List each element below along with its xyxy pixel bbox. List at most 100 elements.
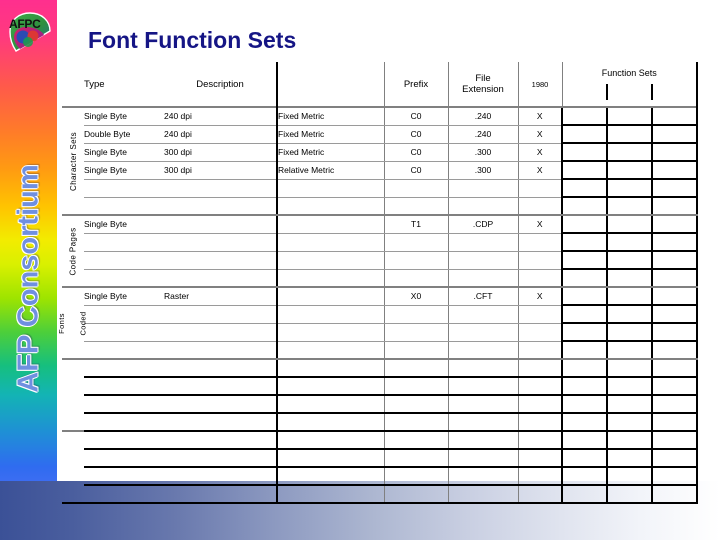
cell-function-set-3 bbox=[651, 376, 698, 396]
cell-type bbox=[84, 413, 164, 432]
cell-function-set-3 bbox=[651, 250, 698, 270]
cell-year-1980 bbox=[517, 377, 562, 396]
font-function-sets-table: Type Description Prefix File Extension 1980 Fu… bbox=[56, 62, 698, 504]
cell-file-extension bbox=[447, 467, 518, 486]
cell-function-set-2 bbox=[606, 358, 652, 378]
cell-type bbox=[84, 251, 164, 270]
cell-function-set-1 bbox=[561, 358, 607, 378]
cell-function-set-3 bbox=[651, 340, 698, 360]
section-label-code-pages: Code Pages bbox=[62, 214, 84, 287]
cell-metric bbox=[276, 251, 384, 270]
table-row bbox=[62, 340, 698, 360]
cell-prefix bbox=[383, 395, 448, 414]
cell-prefix bbox=[383, 358, 448, 378]
cell-metric bbox=[276, 286, 384, 306]
cell-prefix bbox=[383, 179, 448, 198]
cell-metric: Fixed Metric bbox=[276, 143, 384, 162]
cell-description: 240 dpi bbox=[164, 125, 277, 144]
cell-year-1980: X bbox=[517, 161, 562, 180]
cell-type bbox=[84, 430, 164, 450]
header-function-sets-group: Function Sets bbox=[561, 62, 698, 107]
cell-function-set-1 bbox=[561, 448, 607, 468]
cell-function-set-1 bbox=[561, 106, 607, 126]
cell-year-1980 bbox=[517, 413, 562, 432]
cell-year-1980 bbox=[517, 449, 562, 468]
header-year-1980: 1980 bbox=[517, 62, 562, 107]
cell-function-set-1 bbox=[561, 250, 607, 270]
cell-description bbox=[164, 251, 277, 270]
cell-function-set-1 bbox=[561, 322, 607, 342]
header-file-extension-line2: Extension bbox=[462, 84, 504, 95]
cell-function-set-2 bbox=[606, 430, 652, 450]
cell-description bbox=[164, 214, 277, 234]
sidebar: AFPC AFP Consortium bbox=[0, 0, 57, 481]
cell-prefix bbox=[383, 305, 448, 324]
header-function-sets-col-3 bbox=[650, 84, 696, 100]
cell-prefix: C0 bbox=[383, 161, 448, 180]
cell-year-1980 bbox=[517, 305, 562, 324]
cell-file-extension bbox=[447, 251, 518, 270]
cell-prefix: T1 bbox=[383, 214, 448, 234]
cell-function-set-3 bbox=[651, 160, 698, 180]
cell-function-set-3 bbox=[651, 358, 698, 378]
cell-prefix: X0 bbox=[383, 286, 448, 306]
cell-description bbox=[164, 377, 277, 396]
cell-type bbox=[84, 323, 164, 342]
cell-metric bbox=[276, 358, 384, 378]
section-label-text: Code Pages bbox=[68, 226, 78, 276]
cell-function-set-1 bbox=[561, 178, 607, 198]
cell-function-set-2 bbox=[606, 376, 652, 396]
cell-description: 300 dpi bbox=[164, 161, 277, 180]
cell-description: Raster bbox=[164, 286, 277, 306]
cell-year-1980: X bbox=[517, 143, 562, 162]
table-row bbox=[62, 466, 698, 486]
cell-description bbox=[164, 430, 277, 450]
section-label-character-sets: Character Sets bbox=[62, 106, 84, 215]
cell-type: Double Byte bbox=[84, 125, 164, 144]
cell-function-set-2 bbox=[606, 268, 652, 288]
cell-description bbox=[164, 449, 277, 468]
cell-function-set-1 bbox=[561, 412, 607, 432]
cell-description bbox=[164, 467, 277, 486]
cell-metric bbox=[276, 305, 384, 324]
cell-file-extension: .CFT bbox=[447, 286, 518, 306]
cell-file-extension: .240 bbox=[447, 125, 518, 144]
cell-metric: Relative Metric bbox=[276, 161, 384, 180]
cell-function-set-2 bbox=[606, 142, 652, 162]
cell-metric bbox=[276, 449, 384, 468]
cell-file-extension: .300 bbox=[447, 143, 518, 162]
cell-function-set-2 bbox=[606, 124, 652, 144]
page-title: Font Function Sets bbox=[88, 27, 297, 53]
cell-description bbox=[164, 395, 277, 414]
header-function-sets-label: Function Sets bbox=[601, 68, 657, 78]
cell-year-1980 bbox=[517, 323, 562, 342]
cell-description bbox=[164, 269, 277, 288]
cell-type: Single Byte bbox=[84, 161, 164, 180]
cell-description bbox=[164, 413, 277, 432]
table-row bbox=[62, 376, 698, 396]
cell-function-set-3 bbox=[651, 286, 698, 306]
cell-function-set-2 bbox=[606, 466, 652, 486]
cell-function-set-3 bbox=[651, 412, 698, 432]
cell-file-extension bbox=[447, 395, 518, 414]
table-row bbox=[62, 412, 698, 432]
cell-file-extension bbox=[447, 269, 518, 288]
cell-year-1980 bbox=[517, 395, 562, 414]
cell-prefix bbox=[383, 251, 448, 270]
cell-metric bbox=[276, 323, 384, 342]
cell-type: Single Byte bbox=[84, 214, 164, 234]
section-label-blank-4 bbox=[62, 430, 84, 504]
cell-function-set-3 bbox=[651, 304, 698, 324]
cell-year-1980 bbox=[517, 251, 562, 270]
cell-function-set-2 bbox=[606, 322, 652, 342]
cell-prefix: C0 bbox=[383, 106, 448, 126]
cell-type bbox=[84, 485, 164, 504]
table-header-row: Type Description Prefix File Extension 1980 Fu… bbox=[62, 62, 698, 107]
cell-type: Single Byte bbox=[84, 143, 164, 162]
section-label-line1: Coded bbox=[78, 310, 88, 336]
header-description: Description bbox=[196, 78, 244, 90]
cell-prefix: C0 bbox=[383, 125, 448, 144]
cell-prefix bbox=[383, 197, 448, 216]
cell-type bbox=[84, 377, 164, 396]
table-row bbox=[62, 304, 698, 324]
